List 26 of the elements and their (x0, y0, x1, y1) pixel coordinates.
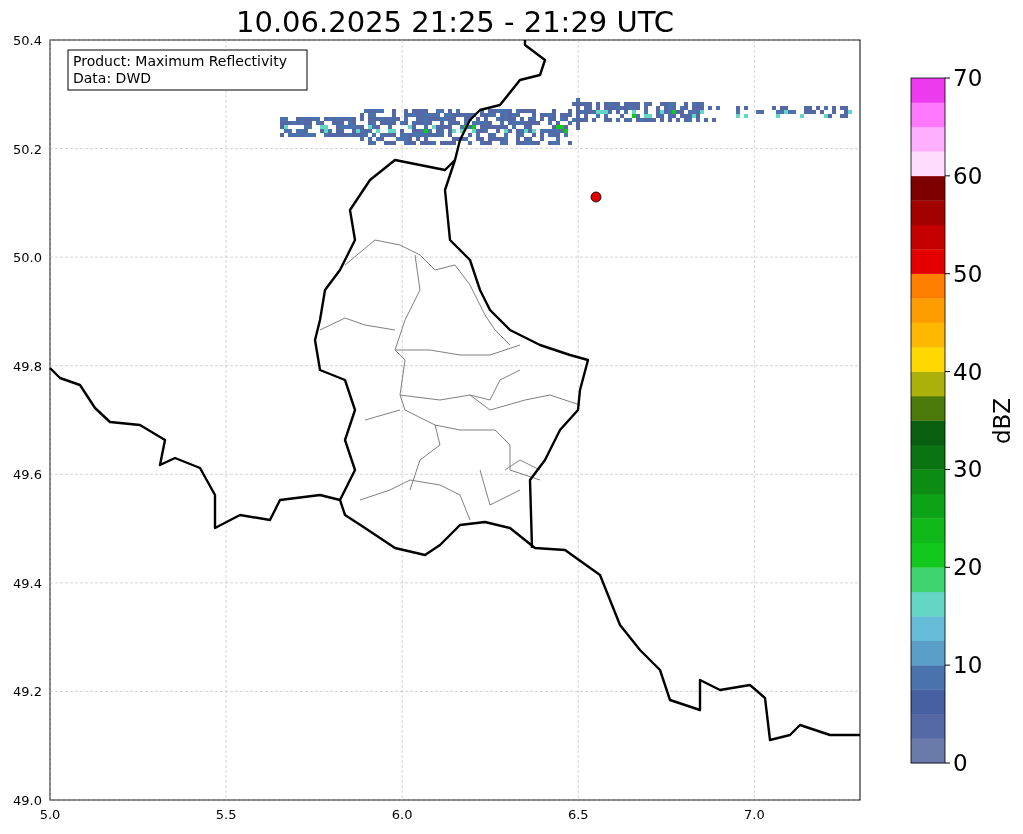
colorbar-tick-label: 10 (953, 652, 983, 679)
chart-title: 10.06.2025 21:25 - 21:29 UTC (236, 5, 674, 39)
x-tick-label: 6.5 (567, 807, 589, 822)
colorbar-tick-label: 60 (953, 162, 983, 189)
legend-text: Product: Maximum Reflectivity (73, 53, 287, 69)
colorbar-tick-label: 40 (953, 358, 983, 385)
y-tick-label: 50.4 (13, 33, 42, 48)
x-tick-label: 5.0 (39, 807, 61, 822)
colorbar-tick-label: 70 (953, 65, 983, 91)
colorbar-tick-label: 30 (953, 456, 983, 483)
x-tick-label: 7.0 (744, 807, 765, 822)
location-marker (590, 191, 602, 203)
y-tick-label: 49.6 (13, 467, 42, 483)
colorbar-label: dBZ (989, 397, 1015, 445)
legend-text: Data: DWD (73, 70, 151, 86)
y-tick-label: 49.2 (13, 684, 42, 700)
y-tick-label: 49.4 (13, 575, 42, 591)
colorbar-tick-label: 0 (953, 750, 968, 776)
y-tick-label: 49.8 (13, 358, 42, 374)
y-tick-label: 50.2 (13, 141, 42, 157)
y-tick-label: 49.0 (13, 793, 42, 808)
colorbar-tick-label: 20 (953, 554, 983, 581)
colorbar-tick-label: 50 (953, 260, 983, 287)
x-tick-label: 6.0 (391, 807, 413, 822)
x-tick-label: 5.5 (215, 807, 237, 822)
y-tick-label: 50.0 (13, 250, 42, 266)
